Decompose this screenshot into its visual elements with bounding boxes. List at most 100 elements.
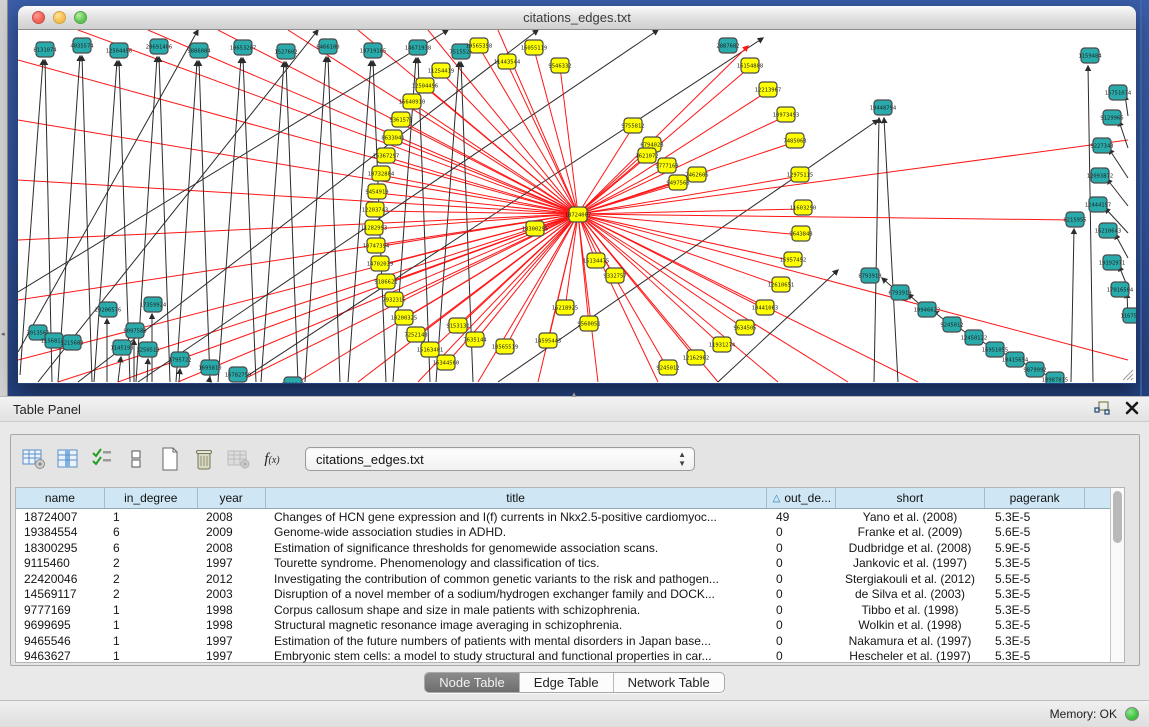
- cell-title[interactable]: Changes of HCN gene expression and I(f) …: [266, 510, 768, 524]
- cell-short[interactable]: Tibbo et al. (1998): [837, 603, 987, 617]
- cell-title[interactable]: Embryonic stem cells: a model to study s…: [266, 649, 768, 663]
- column-header-short[interactable]: short: [836, 488, 986, 508]
- cell-pagerank[interactable]: 5.3E-5: [987, 649, 1087, 663]
- cell-year[interactable]: 2012: [198, 572, 266, 586]
- cell-out-de-[interactable]: 0: [768, 541, 837, 555]
- cell-in-degree[interactable]: 1: [105, 649, 198, 663]
- cell-year[interactable]: 2008: [198, 541, 266, 555]
- table-columns-icon[interactable]: [53, 444, 83, 474]
- network-canvas[interactable]: 8131074403557412504496206914069886084106…: [18, 30, 1136, 383]
- cell-year[interactable]: 2009: [198, 525, 266, 539]
- cell-pagerank[interactable]: 5.3E-5: [987, 634, 1087, 648]
- cell-title[interactable]: Estimation of significance thresholds fo…: [266, 541, 768, 555]
- cell-name[interactable]: 18300295: [16, 541, 105, 555]
- cell-name[interactable]: 9699695: [16, 618, 105, 632]
- splitter-handle-icon[interactable]: ▲: [566, 392, 582, 397]
- tab-network-table[interactable]: Network Table: [614, 673, 724, 692]
- table-row[interactable]: 1456911722003Disruption of a novel membe…: [16, 587, 1122, 603]
- cell-name[interactable]: 9115460: [16, 556, 105, 570]
- cell-pagerank[interactable]: 5.3E-5: [987, 510, 1087, 524]
- cell-short[interactable]: Franke et al. (2009): [837, 525, 987, 539]
- close-panel-icon[interactable]: [1125, 401, 1139, 415]
- cell-year[interactable]: 2003: [198, 587, 266, 601]
- cell-year[interactable]: 1997: [198, 649, 266, 663]
- resize-grip-icon[interactable]: [1120, 367, 1134, 381]
- cell-year[interactable]: 1998: [198, 618, 266, 632]
- column-header-name[interactable]: name: [16, 488, 105, 508]
- table-row[interactable]: 946362711997Embryonic stem cells: a mode…: [16, 649, 1122, 665]
- cell-in-degree[interactable]: 6: [105, 525, 198, 539]
- column-header-in-degree[interactable]: in_degree: [105, 488, 198, 508]
- table-row[interactable]: 977716911998Corpus callosum shape and si…: [16, 602, 1122, 618]
- cell-short[interactable]: Jankovic et al. (1997): [837, 556, 987, 570]
- column-header-year[interactable]: year: [198, 488, 266, 508]
- cell-pagerank[interactable]: 5.9E-5: [987, 541, 1087, 555]
- cell-title[interactable]: Estimation of the future numbers of pati…: [266, 634, 768, 648]
- scrollbar-thumb[interactable]: [1113, 491, 1122, 543]
- cell-title[interactable]: Genome-wide association studies in ADHD.: [266, 525, 768, 539]
- cell-year[interactable]: 1998: [198, 603, 266, 617]
- cell-short[interactable]: Wolkin et al. (1998): [837, 618, 987, 632]
- select-rows-icon[interactable]: [87, 444, 117, 474]
- table-row[interactable]: 969969511998Structural magnetic resonanc…: [16, 618, 1122, 634]
- cell-out-de-[interactable]: 0: [768, 603, 837, 617]
- node-table[interactable]: namein_degreeyeartitle△out_de...shortpag…: [15, 487, 1123, 663]
- cell-name[interactable]: 18724007: [16, 510, 105, 524]
- cell-in-degree[interactable]: 6: [105, 541, 198, 555]
- cell-out-de-[interactable]: 0: [768, 572, 837, 586]
- minimize-window-icon[interactable]: [53, 11, 66, 24]
- cell-short[interactable]: de Silva et al. (2003): [837, 587, 987, 601]
- cell-name[interactable]: 22420046: [16, 572, 105, 586]
- table-row[interactable]: 946554611997Estimation of the future num…: [16, 633, 1122, 649]
- table-settings-icon[interactable]: [19, 444, 49, 474]
- row-height-icon[interactable]: [121, 444, 151, 474]
- cell-out-de-[interactable]: 0: [768, 587, 837, 601]
- table-row[interactable]: 2242004622012Investigating the contribut…: [16, 571, 1122, 587]
- cell-short[interactable]: Yano et al. (2008): [837, 510, 987, 524]
- cell-out-de-[interactable]: 0: [768, 525, 837, 539]
- cell-in-degree[interactable]: 1: [105, 510, 198, 524]
- panel-expand-arrow-icon[interactable]: ◂: [1, 330, 5, 338]
- delete-table-icon[interactable]: [223, 444, 253, 474]
- table-header-row[interactable]: namein_degreeyeartitle△out_de...shortpag…: [16, 488, 1122, 509]
- cell-in-degree[interactable]: 1: [105, 603, 198, 617]
- tab-edge-table[interactable]: Edge Table: [520, 673, 614, 692]
- cell-name[interactable]: 9465546: [16, 634, 105, 648]
- cell-name[interactable]: 19384554: [16, 525, 105, 539]
- cell-year[interactable]: 1997: [198, 634, 266, 648]
- table-row[interactable]: 911546021997Tourette syndrome. Phenomeno…: [16, 556, 1122, 572]
- table-row[interactable]: 1872400712008Changes of HCN gene express…: [16, 509, 1122, 525]
- table-panel-titlebar[interactable]: ▲ Table Panel: [0, 396, 1149, 422]
- cell-pagerank[interactable]: 5.3E-5: [987, 556, 1087, 570]
- cell-out-de-[interactable]: 0: [768, 556, 837, 570]
- cell-out-de-[interactable]: 0: [768, 649, 837, 663]
- column-header-title[interactable]: title: [266, 488, 767, 508]
- cell-out-de-[interactable]: 0: [768, 634, 837, 648]
- cell-short[interactable]: Dudbridge et al. (2008): [837, 541, 987, 555]
- column-header-out-de-[interactable]: △out_de...: [767, 488, 836, 508]
- cell-year[interactable]: 1997: [198, 556, 266, 570]
- cell-name[interactable]: 14569117: [16, 587, 105, 601]
- network-window-titlebar[interactable]: citations_edges.txt: [18, 6, 1136, 30]
- function-builder-icon[interactable]: f(x): [257, 444, 287, 474]
- cell-in-degree[interactable]: 1: [105, 618, 198, 632]
- cell-in-degree[interactable]: 2: [105, 556, 198, 570]
- cell-out-de-[interactable]: 0: [768, 618, 837, 632]
- cell-title[interactable]: Structural magnetic resonance image aver…: [266, 618, 768, 632]
- new-table-icon[interactable]: [155, 444, 185, 474]
- cell-title[interactable]: Corpus callosum shape and size in male p…: [266, 603, 768, 617]
- cell-pagerank[interactable]: 5.6E-5: [987, 525, 1087, 539]
- cell-title[interactable]: Disruption of a novel member of a sodium…: [266, 587, 768, 601]
- close-window-icon[interactable]: [32, 11, 45, 24]
- cell-name[interactable]: 9777169: [16, 603, 105, 617]
- cell-short[interactable]: Stergiakouli et al. (2012): [837, 572, 987, 586]
- cell-in-degree[interactable]: 2: [105, 587, 198, 601]
- cell-title[interactable]: Tourette syndrome. Phenomenology and cla…: [266, 556, 768, 570]
- cell-pagerank[interactable]: 5.3E-5: [987, 603, 1087, 617]
- zoom-window-icon[interactable]: [74, 11, 87, 24]
- table-scrollbar[interactable]: [1110, 487, 1125, 663]
- cell-in-degree[interactable]: 2: [105, 572, 198, 586]
- network-window[interactable]: citations_edges.txt 81310744035574125044…: [18, 6, 1136, 384]
- float-panel-icon[interactable]: [1094, 400, 1111, 416]
- cell-pagerank[interactable]: 5.3E-5: [987, 618, 1087, 632]
